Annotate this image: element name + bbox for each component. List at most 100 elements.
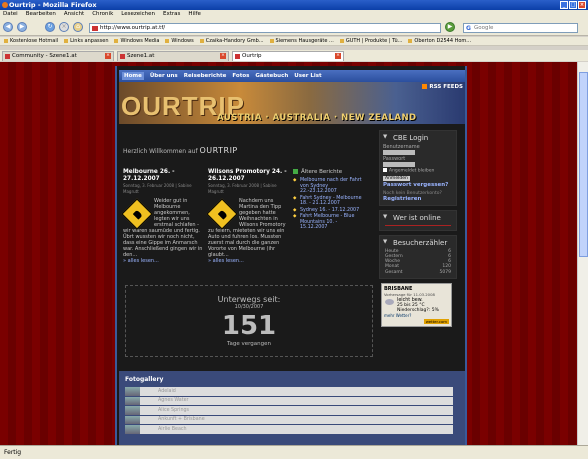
home-icon[interactable]: ⌂ [73, 22, 83, 32]
menu-edit[interactable]: Bearbeiten [26, 10, 56, 19]
site-banner: OURTRIP AUSTRIA · AUSTRALIA · NEW ZEALAN… [119, 82, 465, 124]
welcome-prefix: Herzlich Willkommen auf [123, 148, 198, 155]
menu-file[interactable]: Datei [3, 10, 18, 19]
weather-widget[interactable]: BRISBANE Vorhersage für 11.03.2008 leich… [381, 282, 452, 327]
gallery-thumbnail[interactable] [125, 387, 140, 396]
older-report-link[interactable]: Fahrt Sydney - Melbourne 18. - 21.12.200… [293, 196, 363, 207]
register-link[interactable]: Registrieren [383, 196, 453, 202]
gallery-row[interactable]: Ankunft + Brisbane [125, 415, 453, 425]
go-arrow-icon[interactable]: ▶ [445, 22, 455, 32]
older-report-link[interactable]: Melbourne nach der Fahrt von Sydney 22.-… [293, 178, 363, 195]
rss-feeds-link[interactable]: RSS FEEDS [422, 84, 463, 90]
post-title[interactable]: Wilsons Promotory 24. - 26.12.2007 [208, 169, 290, 182]
gallery-thumbnail[interactable] [125, 425, 140, 434]
nav-photos[interactable]: Fotos [232, 73, 249, 79]
site-favicon [92, 26, 98, 31]
menu-help[interactable]: Hilfe [188, 10, 201, 19]
tab-favicon [120, 54, 125, 59]
gallery-row[interactable]: Airlie Beach [125, 425, 453, 435]
menu-tools[interactable]: Extras [163, 10, 180, 19]
remember-label: Angemeldet bleiben [389, 168, 435, 174]
bookmarks-bar: Kostenlose Hotmail Links anpassen Window… [0, 37, 588, 46]
gallery-thumbnail[interactable] [125, 406, 140, 415]
remember-checkbox[interactable] [383, 168, 387, 172]
nav-home[interactable]: Home [122, 72, 144, 80]
window-titlebar: Ourtrip - Mozilla Firefox _ □ × [0, 0, 588, 10]
tab-szene1[interactable]: Szene1.at × [117, 51, 229, 61]
tab-ourtrip[interactable]: Ourtrip × [232, 51, 344, 61]
bookmark-item[interactable]: Czaika-Handory Gmb... [200, 37, 264, 45]
read-more-link[interactable]: » alles lesen... [123, 258, 205, 264]
close-button[interactable]: × [578, 1, 586, 9]
login-box: CBE Login Benutzername Passwort Angemeld… [379, 130, 457, 206]
gallery-label: Ankunft + Brisbane [158, 417, 205, 423]
older-reports: Ältere Berichte Melbourne nach der Fahrt… [293, 169, 363, 232]
older-report-link[interactable]: Sydney 16. - 17.12.2007 [293, 208, 363, 214]
nav-about[interactable]: Über uns [150, 73, 178, 79]
read-more-link[interactable]: » alles lesen... [208, 258, 290, 264]
weather-more-link[interactable]: mehr Wetter? [384, 313, 449, 318]
back-arrow-icon[interactable]: ◀ [3, 22, 13, 32]
search-input[interactable]: G Google [463, 23, 578, 33]
forward-arrow-icon[interactable]: ▶ [17, 22, 27, 32]
gallery-row[interactable]: Adelaid [125, 387, 453, 397]
maximize-button[interactable]: □ [569, 1, 577, 9]
tab-close-icon[interactable]: × [220, 53, 226, 59]
banner-countries: AUSTRIA · AUSTRALIA · NEW ZEALAND [217, 113, 417, 123]
menu-bar: Datei Bearbeiten Ansicht Chronik Lesezei… [0, 10, 588, 19]
status-text: Fertig [4, 449, 22, 456]
password-input[interactable] [383, 162, 415, 167]
address-bar[interactable]: http://www.ourtrip.at.tf/ [89, 23, 441, 33]
gallery-thumbnail[interactable] [125, 415, 140, 424]
bookmark-item[interactable]: Siemens Hausgeräte ... [270, 37, 334, 45]
gallery-thumbnail[interactable] [125, 396, 140, 405]
bookmark-item[interactable]: Windows [165, 37, 193, 45]
tab-close-icon[interactable]: × [105, 53, 111, 59]
menu-history[interactable]: Chronik [92, 10, 113, 19]
right-sidebar: CBE Login Benutzername Passwort Angemeld… [379, 130, 457, 327]
menu-view[interactable]: Ansicht [64, 10, 84, 19]
counter-days: 151 [221, 311, 277, 341]
bookmark-item[interactable]: GUTH | Produkte | Tü... [340, 37, 403, 45]
older-report-link[interactable]: Fahrt Melbourne - Blue Mountains 10. - 1… [293, 214, 363, 231]
bookmark-item[interactable]: Oberton D2544 Hom... [408, 37, 471, 45]
forgot-password-link[interactable]: Passwort vergessen? [383, 182, 453, 188]
counter-start-date: 10/30/2007 [234, 304, 264, 310]
tab-close-icon[interactable]: × [335, 53, 341, 59]
login-button[interactable]: Anmelden [383, 175, 410, 181]
nav-userlist[interactable]: User List [294, 73, 321, 79]
online-box: Wer ist online [379, 209, 457, 231]
page-viewport: Home Über uns Reiseberichte Fotos Gästeb… [0, 62, 577, 445]
firefox-icon [2, 2, 8, 8]
vertical-scrollbar[interactable] [577, 62, 588, 445]
gallery-row[interactable]: Agnes Water [125, 396, 453, 406]
minimize-button[interactable]: _ [560, 1, 568, 9]
stop-icon[interactable]: × [59, 22, 69, 32]
login-title: CBE Login [383, 134, 453, 142]
google-icon: G [466, 25, 471, 32]
post-title[interactable]: Melbourne 26. - 27.12.2007 [123, 169, 205, 182]
tab-strip: Community - Szene1.at × Szene1.at × Ourt… [0, 50, 588, 61]
visitor-counter-box: Besucherzähler Heute6 Gestern6 Woche6 Mo… [379, 234, 457, 279]
bookmark-item[interactable]: Kostenlose Hotmail [4, 37, 58, 45]
reload-icon[interactable]: ↻ [45, 22, 55, 32]
username-input[interactable] [383, 150, 415, 155]
tab-favicon [5, 54, 10, 59]
gallery-row[interactable]: Alice Springs [125, 406, 453, 416]
stat-row: Gesamt 5079 [383, 270, 453, 275]
bookmark-item[interactable]: Windows Media [114, 37, 159, 45]
site-container: Home Über uns Reiseberichte Fotos Gästeb… [115, 66, 467, 445]
kangaroo-sign-icon [121, 198, 153, 230]
stat-value: 5079 [439, 269, 451, 275]
nav-reports[interactable]: Reiseberichte [184, 73, 227, 79]
photo-gallery: Fotogallery Adelaid Agnes Water Alice Sp… [119, 371, 465, 445]
nav-guestbook[interactable]: Gästebuch [255, 73, 288, 79]
remember-me[interactable]: Angemeldet bleiben [383, 168, 453, 174]
gallery-label: Airlie Beach [158, 426, 187, 432]
menu-bookmarks[interactable]: Lesezeichen [121, 10, 155, 19]
tab-community[interactable]: Community - Szene1.at × [2, 51, 114, 61]
tab-favicon [235, 54, 240, 59]
weather-provider[interactable]: wetter.com [423, 318, 449, 324]
scrollbar-thumb[interactable] [579, 72, 588, 257]
bookmark-item[interactable]: Links anpassen [64, 37, 108, 45]
